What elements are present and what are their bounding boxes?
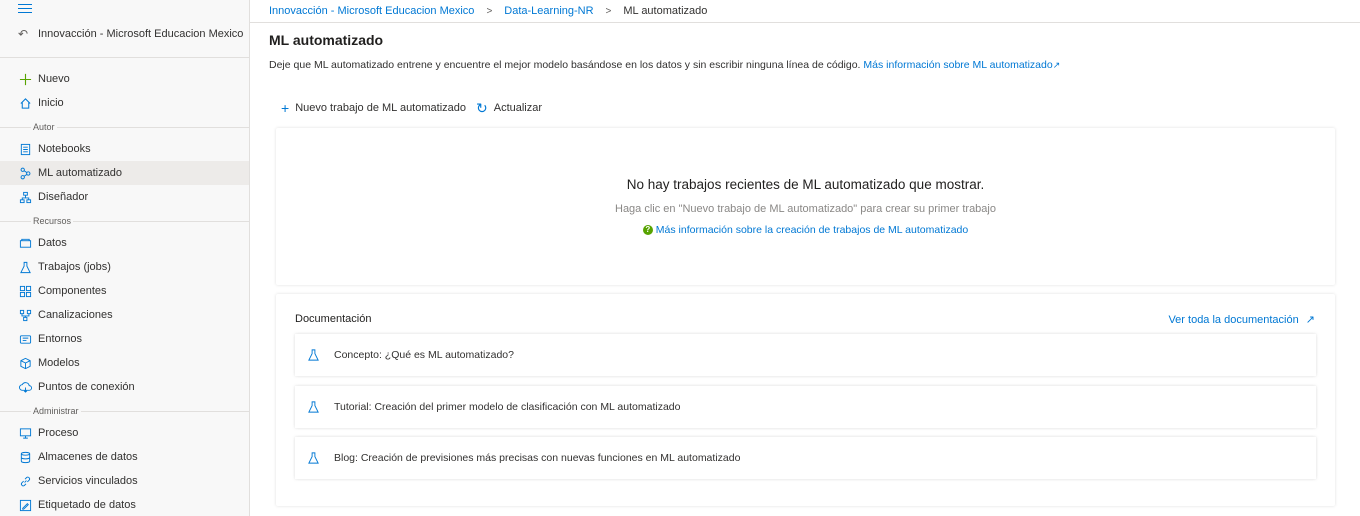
sidebar-item-label: Proceso	[38, 427, 79, 439]
sidebar-item-trabajos[interactable]: Trabajos (jobs)	[0, 255, 249, 279]
environment-icon	[18, 332, 32, 346]
divider	[0, 57, 249, 58]
sidebar-item-label: Trabajos (jobs)	[38, 261, 111, 273]
sidebar-item-ml-automatizado[interactable]: ML automatizado	[0, 161, 249, 185]
chevron-right-icon: >	[486, 5, 493, 17]
create-job-learn-more-link[interactable]: Más información sobre la creación de tra…	[656, 224, 968, 236]
empty-state-title: No hay trabajos recientes de ML automati…	[626, 177, 985, 192]
sidebar-item-datos[interactable]: Datos	[0, 231, 249, 255]
sidebar-item-componentes[interactable]: Componentes	[0, 279, 249, 303]
sidebar-item-label: Nuevo	[38, 73, 70, 85]
chevron-right-icon: >	[605, 5, 612, 17]
section-label-autor: Autor	[31, 122, 57, 132]
plus-icon	[18, 72, 32, 86]
home-icon	[18, 96, 32, 110]
sidebar-item-almacenes[interactable]: Almacenes de datos	[0, 445, 249, 469]
doc-item-label: Blog: Creación de previsiones más precis…	[334, 452, 741, 464]
doc-item-label: Concepto: ¿Qué es ML automatizado?	[334, 349, 514, 361]
sidebar-item-label: Componentes	[38, 285, 107, 297]
refresh-icon: ↻	[476, 99, 488, 116]
sidebar-item-label: Diseñador	[38, 191, 89, 203]
section-label-administrar: Administrar	[31, 406, 81, 416]
view-all-docs-label: Ver toda la documentación	[1168, 314, 1299, 326]
sidebar-item-label: ML automatizado	[38, 167, 122, 179]
sidebar-item-canalizaciones[interactable]: Canalizaciones	[0, 303, 249, 327]
sidebar-item-disenador[interactable]: Diseñador	[0, 185, 249, 209]
sidebar-item-label: Notebooks	[38, 143, 91, 155]
flask-icon	[307, 400, 321, 414]
notebook-icon	[18, 142, 32, 156]
sidebar-item-inicio[interactable]: Inicio	[0, 91, 249, 115]
help-icon: ?	[642, 225, 653, 236]
section-label-recursos: Recursos	[31, 216, 74, 226]
hamburger-menu-icon[interactable]	[18, 4, 32, 16]
refresh-label: Actualizar	[493, 102, 543, 114]
plus-icon: +	[281, 100, 290, 116]
data-icon	[18, 236, 32, 250]
external-link-icon: ↗	[1052, 60, 1061, 70]
sidebar-item-notebooks[interactable]: Notebooks	[0, 137, 249, 161]
documentation-card: Documentación Ver toda la documentación …	[276, 294, 1335, 506]
documentation-title: Documentación	[295, 313, 372, 325]
sidebar-item-label: Etiquetado de datos	[38, 499, 136, 511]
flask-icon	[18, 260, 32, 274]
doc-item-concepto[interactable]: Concepto: ¿Qué es ML automatizado?	[295, 334, 1316, 376]
sidebar-item-label: Datos	[38, 237, 67, 249]
empty-state-card: No hay trabajos recientes de ML automati…	[276, 128, 1335, 285]
link-icon	[18, 474, 32, 488]
flask-icon	[307, 348, 321, 362]
sidebar: ↶ Innovacción - Microsoft Educacion Mexi…	[0, 0, 250, 516]
endpoint-icon	[18, 380, 32, 394]
sidebar-item-nuevo[interactable]: Nuevo	[0, 67, 249, 91]
breadcrumb: Innovacción - Microsoft Educacion Mexico…	[269, 3, 707, 19]
sidebar-item-label: Almacenes de datos	[38, 451, 138, 463]
compute-icon	[18, 426, 32, 440]
view-all-docs-link[interactable]: Ver toda la documentación ↗	[1168, 313, 1315, 326]
external-link-icon: ↗	[1305, 314, 1315, 326]
doc-item-tutorial[interactable]: Tutorial: Creación del primer modelo de …	[295, 386, 1316, 428]
sidebar-item-label: Inicio	[38, 97, 64, 109]
divider	[250, 22, 1360, 23]
datastore-icon	[18, 450, 32, 464]
sidebar-item-proceso[interactable]: Proceso	[0, 421, 249, 445]
sidebar-item-servicios[interactable]: Servicios vinculados	[0, 469, 249, 493]
toolbar: + Nuevo trabajo de ML automatizado ↻ Act…	[281, 99, 552, 117]
refresh-button[interactable]: ↻ Actualizar	[476, 100, 542, 117]
automl-icon	[18, 166, 32, 180]
flask-icon	[307, 451, 321, 465]
sidebar-item-modelos[interactable]: Modelos	[0, 351, 249, 375]
new-job-label: Nuevo trabajo de ML automatizado	[295, 102, 466, 114]
learn-more-link[interactable]: Más información sobre ML automatizado↗	[863, 59, 1060, 71]
empty-state-link-row: ? Más información sobre la creación de tr…	[276, 224, 1335, 236]
description-text: Deje que ML automatizado entrene y encue…	[269, 59, 861, 71]
sidebar-item-entornos[interactable]: Entornos	[0, 327, 249, 351]
workspace-back-link[interactable]: ↶ Innovacción - Microsoft Educacion Mexi…	[0, 24, 249, 44]
components-icon	[18, 284, 32, 298]
page-title: ML automatizado	[269, 32, 384, 48]
back-arrow-icon: ↶	[18, 27, 29, 41]
doc-item-blog[interactable]: Blog: Creación de previsiones más precis…	[295, 437, 1316, 479]
page-description: Deje que ML automatizado entrene y encue…	[269, 59, 1060, 71]
sidebar-item-label: Servicios vinculados	[38, 475, 138, 487]
model-icon	[18, 356, 32, 370]
learn-more-label: Más información sobre ML automatizado	[863, 59, 1053, 71]
sidebar-item-label: Canalizaciones	[38, 309, 113, 321]
breadcrumb-workspace[interactable]: Innovacción - Microsoft Educacion Mexico	[269, 5, 474, 17]
empty-state-subtitle: Haga clic en "Nuevo trabajo de ML automa…	[615, 203, 996, 215]
labeling-icon	[18, 498, 32, 512]
sidebar-item-etiquetado[interactable]: Etiquetado de datos	[0, 493, 249, 516]
doc-item-label: Tutorial: Creación del primer modelo de …	[334, 401, 681, 413]
sidebar-item-label: Modelos	[38, 357, 80, 369]
designer-icon	[18, 190, 32, 204]
sidebar-item-label: Puntos de conexión	[38, 381, 135, 393]
sidebar-item-label: Entornos	[38, 333, 83, 345]
workspace-label: Innovacción - Microsoft Educacion Mexico	[38, 28, 244, 40]
sidebar-item-puntos-conexion[interactable]: Puntos de conexión	[0, 375, 249, 399]
breadcrumb-current: ML automatizado	[623, 5, 708, 17]
pipeline-icon	[18, 308, 32, 322]
breadcrumb-data-learning[interactable]: Data-Learning-NR	[504, 5, 593, 17]
new-automl-job-button[interactable]: + Nuevo trabajo de ML automatizado	[281, 100, 466, 116]
